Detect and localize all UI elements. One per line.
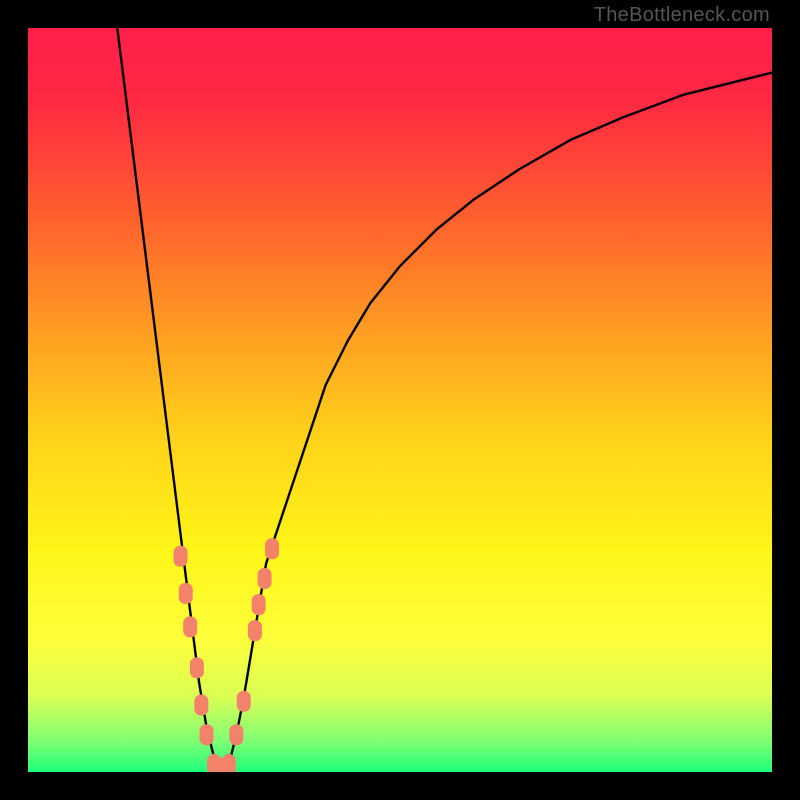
data-marker — [222, 755, 235, 772]
plot-area — [28, 28, 772, 772]
data-marker — [195, 695, 208, 715]
data-marker — [252, 595, 265, 615]
chart-container: { "watermark": "TheBottleneck.com", "col… — [0, 0, 800, 800]
data-marker — [230, 725, 243, 745]
chart-svg — [28, 28, 772, 772]
data-marker — [174, 546, 187, 566]
watermark-text: TheBottleneck.com — [594, 4, 770, 27]
data-marker — [184, 617, 197, 637]
data-marker — [258, 569, 271, 589]
data-marker — [237, 691, 250, 711]
data-marker — [248, 621, 261, 641]
data-marker — [190, 658, 203, 678]
data-marker — [179, 583, 192, 603]
data-marker — [200, 725, 213, 745]
data-marker — [266, 539, 279, 559]
gradient-background — [28, 28, 772, 772]
